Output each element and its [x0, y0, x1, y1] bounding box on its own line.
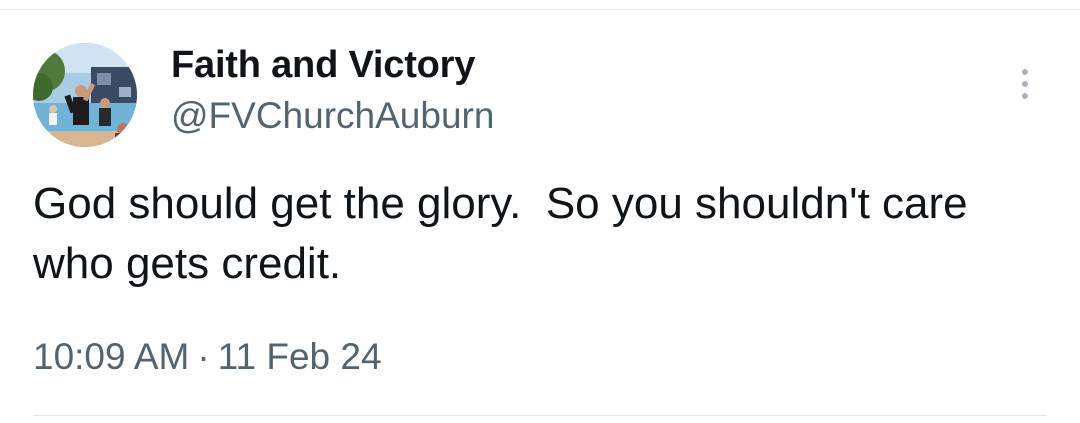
more-vertical-icon-dot-3 [1022, 93, 1028, 99]
tweet-text: God should get the glory. So you shouldn… [33, 179, 980, 288]
tweet: Faith and Victory @FVChurchAuburn God sh… [0, 0, 1080, 423]
bottom-divider [33, 415, 1047, 416]
more-options-button[interactable] [1010, 62, 1040, 106]
tweet-timestamp[interactable]: 10:09 AM · 11 Feb 24 [33, 336, 382, 378]
avatar-photo [33, 43, 137, 147]
timestamp-separator: · [197, 336, 210, 377]
tweet-time: 10:09 AM [33, 336, 190, 377]
tweet-date: 11 Feb 24 [217, 336, 382, 377]
avatar[interactable] [33, 43, 137, 147]
display-name[interactable]: Faith and Victory [171, 44, 475, 87]
more-vertical-icon-dot-2 [1022, 81, 1028, 87]
more-vertical-icon [1022, 69, 1028, 75]
user-handle[interactable]: @FVChurchAuburn [171, 95, 494, 137]
